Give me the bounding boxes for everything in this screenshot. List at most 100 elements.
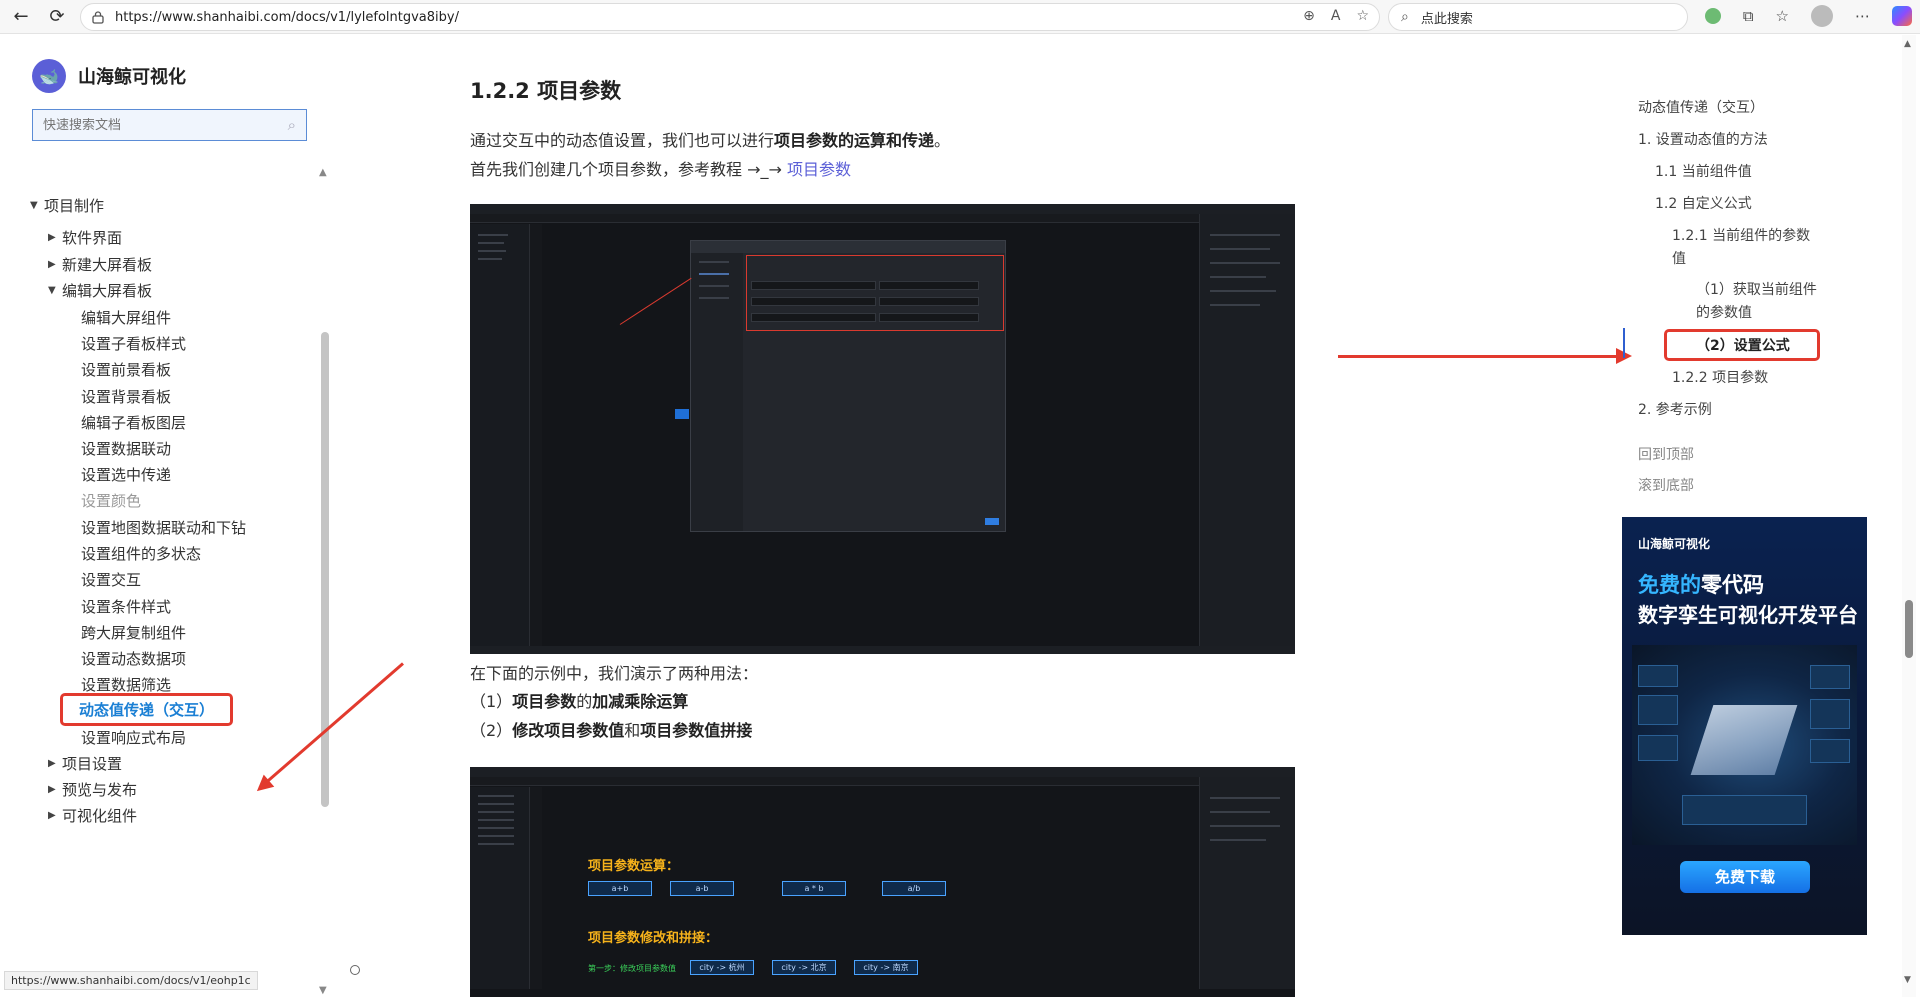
- tree-item[interactable]: 设置颜色: [81, 490, 141, 511]
- scroll-down-icon[interactable]: ▼: [1904, 975, 1911, 985]
- tree-item-new-screen[interactable]: 新建大屏看板: [62, 254, 152, 275]
- text: 和: [624, 721, 641, 740]
- screenshot-editor-params: [470, 204, 1295, 654]
- caret-down-icon[interactable]: ▼: [48, 285, 56, 296]
- caret-right-icon[interactable]: ▶: [48, 810, 56, 821]
- tree-item-active[interactable]: 动态值传递（交互）: [60, 693, 234, 726]
- doc-content: 1.2.2 项目参数 通过交互中的动态值设置，我们也可以进行项目参数的运算和传递…: [336, 35, 1616, 997]
- docs-tree: ▼ 项目制作 ▶ 软件界面 ▶ 新建大屏看板 ▼ 编辑大屏看板 编辑大屏组件 设…: [0, 153, 320, 1003]
- paragraph: 首先我们创建几个项目参数，参考教程 →_→ 项目参数: [470, 156, 851, 180]
- list-item: （1）项目参数的加减乘除运算: [470, 688, 688, 712]
- copilot-icon[interactable]: [1892, 6, 1912, 26]
- extensions-puzzle-icon[interactable]: ⧉: [1743, 7, 1754, 25]
- tree-item-edit-screen[interactable]: 编辑大屏看板: [62, 280, 152, 301]
- toc-item[interactable]: 值: [1672, 248, 1686, 268]
- doc-search-input[interactable]: [43, 117, 288, 133]
- promo-banner[interactable]: 山海鲸可视化 免费的零代码 数字孪生可视化开发平台 免费下载: [1622, 517, 1867, 935]
- doc-search[interactable]: ⌕: [32, 109, 307, 141]
- demo-city-button: city -> 北京: [772, 960, 836, 975]
- tree-item-project-making[interactable]: 项目制作: [44, 195, 104, 216]
- scroll-to-bottom-link[interactable]: 滚到底部: [1638, 475, 1694, 495]
- extension-icon[interactable]: [1704, 8, 1721, 24]
- tree-item[interactable]: 设置数据联动: [81, 438, 171, 459]
- project-params-link[interactable]: 项目参数: [787, 160, 851, 179]
- toc-item[interactable]: 1.2.2 项目参数: [1672, 367, 1768, 387]
- more-menu-icon[interactable]: ⋯: [1855, 7, 1870, 25]
- favorites-icon[interactable]: ☆: [1776, 7, 1789, 25]
- tree-item[interactable]: 设置子看板样式: [81, 333, 186, 354]
- caret-right-icon[interactable]: ▶: [48, 232, 56, 243]
- tree-item[interactable]: 设置地图数据联动和下钻: [81, 517, 246, 538]
- page-scrollbar[interactable]: ▲ ▼: [1902, 35, 1916, 997]
- toc-item[interactable]: 1.2.1 当前组件的参数: [1672, 225, 1810, 245]
- tree-item[interactable]: 设置组件的多状态: [81, 543, 201, 564]
- scroll-indicator-icon: [350, 965, 360, 975]
- address-bar[interactable]: https://www.shanhaibi.com/docs/v1/lylefo…: [80, 3, 1380, 31]
- demo-op-button: a * b: [782, 881, 846, 896]
- browser-toolbar: ← ⟳ https://www.shanhaibi.com/docs/v1/ly…: [0, 0, 1920, 34]
- ad-dashboard-image: [1632, 645, 1857, 845]
- favorite-star-icon[interactable]: ☆: [1356, 8, 1369, 24]
- tree-item[interactable]: 设置选中传递: [81, 464, 171, 485]
- toc-item[interactable]: 1.1 当前组件值: [1655, 161, 1752, 181]
- toc-title[interactable]: 动态值传递（交互）: [1638, 97, 1764, 117]
- toc-item[interactable]: 1. 设置动态值的方法: [1638, 129, 1768, 149]
- scroll-up-icon[interactable]: ▲: [1904, 39, 1911, 49]
- caret-right-icon[interactable]: ▶: [48, 784, 56, 795]
- text: （2）: [470, 721, 513, 740]
- sidebar-scrollbar[interactable]: ▲ ▼: [319, 167, 329, 997]
- back-icon[interactable]: ←: [6, 2, 36, 32]
- tree-item-project-settings[interactable]: 项目设置: [62, 753, 122, 774]
- whale-logo-icon: 🐋: [32, 59, 66, 93]
- tree-item[interactable]: 设置前景看板: [81, 359, 171, 380]
- toc-item[interactable]: 的参数值: [1696, 302, 1752, 322]
- text: （1）: [470, 692, 513, 711]
- profile-avatar-icon[interactable]: [1811, 5, 1833, 27]
- demo-op-button: a+b: [588, 881, 652, 896]
- paragraph: 在下面的示例中，我们演示了两种用法：: [470, 664, 759, 683]
- back-to-top-link[interactable]: 回到顶部: [1638, 444, 1694, 464]
- demo-op-button: a-b: [670, 881, 734, 896]
- list-item: （2）修改项目参数值和项目参数值拼接: [470, 717, 752, 741]
- caret-down-icon[interactable]: ▼: [30, 200, 38, 211]
- tree-item-software-ui[interactable]: 软件界面: [62, 227, 122, 248]
- tree-item[interactable]: 设置动态数据项: [81, 648, 186, 669]
- search-icon[interactable]: ⌕: [288, 116, 296, 134]
- annotation-arrow: [1338, 348, 1632, 364]
- scroll-down-icon[interactable]: ▼: [319, 985, 327, 996]
- tree-item[interactable]: 编辑大屏组件: [81, 307, 171, 328]
- toc-item[interactable]: （1）获取当前组件: [1696, 279, 1817, 299]
- reload-icon[interactable]: ⟳: [42, 2, 72, 32]
- tree-item-preview-publish[interactable]: 预览与发布: [62, 779, 137, 800]
- section-heading: 1.2.2 项目参数: [470, 79, 622, 103]
- url-text: https://www.shanhaibi.com/docs/v1/lylefo…: [115, 9, 459, 25]
- page-scroll-thumb[interactable]: [1905, 600, 1913, 658]
- toc-item[interactable]: 1.2 自定义公式: [1655, 193, 1752, 213]
- docs-sidebar: 🐋 山海鲸可视化 ⌕ ▼ 项目制作 ▶ 软件界面 ▶ 新建大屏看板 ▼ 编辑大屏…: [0, 35, 335, 997]
- text: 首先我们创建几个项目参数，参考教程 →_→: [470, 160, 787, 179]
- bold-text: 修改项目参数值: [512, 721, 625, 740]
- tree-item-visual-components[interactable]: 可视化组件: [62, 805, 137, 826]
- tree-item[interactable]: 设置数据筛选: [81, 674, 171, 695]
- read-aloud-icon[interactable]: A: [1331, 8, 1341, 24]
- zoom-icon[interactable]: ⊕: [1303, 8, 1315, 24]
- tree-item[interactable]: 设置交互: [81, 569, 141, 590]
- tree-item[interactable]: 设置响应式布局: [81, 727, 186, 748]
- scroll-up-icon[interactable]: ▲: [319, 167, 327, 178]
- params-modal: [690, 240, 1006, 532]
- caret-right-icon[interactable]: ▶: [48, 259, 56, 270]
- toc-item-active[interactable]: （2）设置公式: [1696, 335, 1790, 355]
- tree-item[interactable]: 设置条件样式: [81, 596, 171, 617]
- lock-icon: [92, 11, 104, 24]
- browser-search-box[interactable]: ⌕ 点此搜索: [1388, 3, 1688, 31]
- toc-item[interactable]: 2. 参考示例: [1638, 399, 1712, 419]
- tree-item[interactable]: 跨大屏复制组件: [81, 622, 186, 643]
- caret-right-icon[interactable]: ▶: [48, 758, 56, 769]
- free-download-button[interactable]: 免费下载: [1680, 861, 1810, 893]
- brand[interactable]: 🐋 山海鲸可视化: [32, 59, 186, 93]
- tree-item[interactable]: 设置背景看板: [81, 386, 171, 407]
- sidebar-scroll-thumb[interactable]: [321, 332, 329, 807]
- bold-text: 项目参数: [512, 692, 577, 711]
- demo-op-button: a/b: [882, 881, 946, 896]
- tree-item[interactable]: 编辑子看板图层: [81, 412, 186, 433]
